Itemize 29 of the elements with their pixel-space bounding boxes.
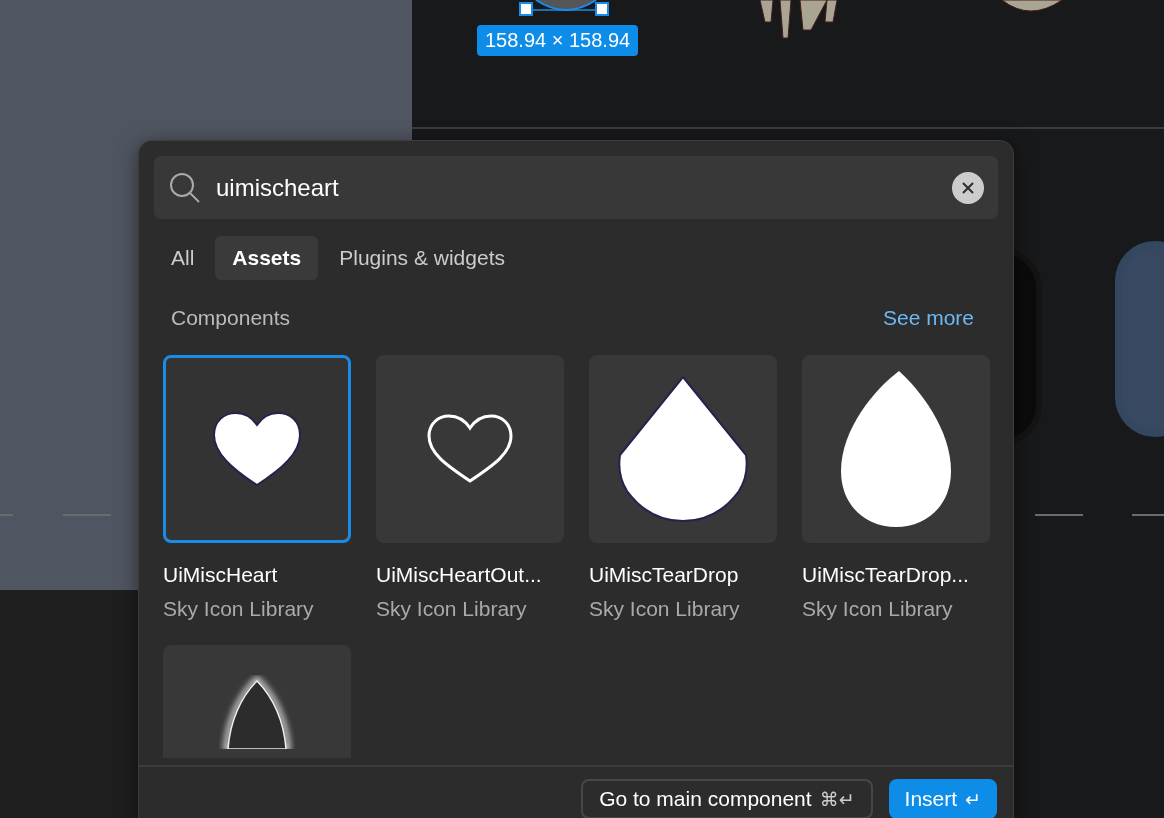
dimension-label: 158.94 × 158.94 bbox=[477, 25, 639, 56]
clear-icon[interactable] bbox=[952, 171, 984, 204]
search-field[interactable]: uimischeart bbox=[216, 173, 938, 202]
teardrop-icon bbox=[617, 375, 749, 523]
tab[interactable]: All bbox=[154, 236, 212, 280]
insert-button[interactable]: Insert ↵ bbox=[888, 779, 997, 818]
component-thumbnail[interactable] bbox=[163, 355, 351, 543]
tab[interactable]: Assets bbox=[215, 236, 319, 280]
guide-line bbox=[1035, 514, 1083, 516]
heart-outline-icon bbox=[426, 413, 514, 485]
heart-icon bbox=[212, 411, 302, 487]
library-name: Sky Icon Library bbox=[589, 597, 741, 621]
go-to-main-component-button[interactable]: Go to main component ⌘↵ bbox=[581, 779, 873, 818]
see-more-link[interactable]: See more bbox=[882, 306, 974, 330]
component-name: UiMiscHeartOut... bbox=[376, 563, 543, 587]
component-name: UiMiscTearDrop... bbox=[802, 563, 970, 587]
component-thumbnail[interactable] bbox=[802, 355, 990, 543]
tab[interactable]: Plugins & widgets bbox=[322, 236, 522, 280]
component-thumbnail[interactable] bbox=[589, 355, 777, 543]
search-icon bbox=[168, 170, 202, 205]
component-name: UiMiscHeart bbox=[163, 563, 279, 587]
teardrop-icon bbox=[839, 369, 953, 529]
section-title: Components bbox=[171, 306, 291, 330]
component-name: UiMiscTearDrop bbox=[589, 563, 740, 587]
library-name: Sky Icon Library bbox=[376, 597, 528, 621]
library-name: Sky Icon Library bbox=[802, 597, 954, 621]
component-thumbnail[interactable] bbox=[376, 355, 564, 543]
search-field[interactable]: uimischeart bbox=[154, 156, 998, 219]
library-name: Sky Icon Library bbox=[163, 597, 315, 621]
